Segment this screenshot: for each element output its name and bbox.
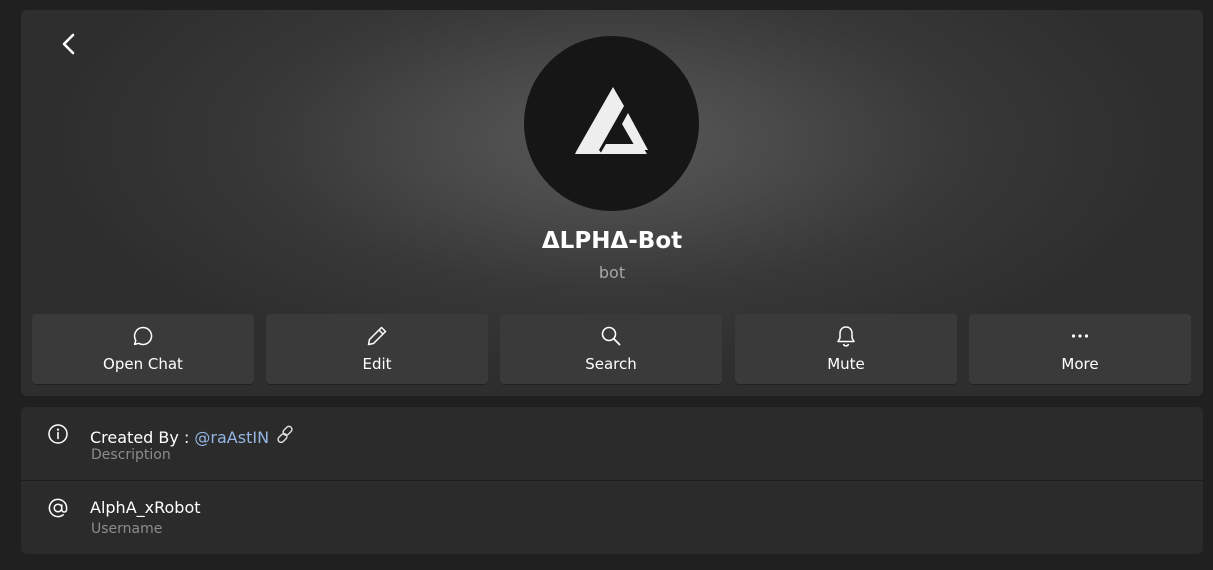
open-chat-label: Open Chat bbox=[103, 355, 183, 373]
delta-logo-icon bbox=[574, 86, 648, 154]
more-dots-icon bbox=[1068, 324, 1092, 348]
mute-button[interactable]: Mute bbox=[735, 314, 957, 384]
action-bar: Open Chat Edit Search Mute More bbox=[32, 314, 1193, 384]
chain-link-icon bbox=[275, 424, 297, 450]
avatar[interactable] bbox=[524, 36, 699, 211]
back-button[interactable] bbox=[49, 26, 89, 62]
profile-header: ΔLPHΔ-Bot bot Open Chat Edit Search Mute… bbox=[21, 10, 1203, 396]
at-sign-icon bbox=[47, 497, 69, 519]
profile-page: ΔLPHΔ-Bot bot Open Chat Edit Search Mute… bbox=[0, 0, 1213, 570]
info-icon bbox=[47, 423, 69, 445]
chat-bubble-icon bbox=[131, 324, 155, 348]
more-button[interactable]: More bbox=[969, 314, 1191, 384]
mute-label: Mute bbox=[827, 355, 865, 373]
edit-button[interactable]: Edit bbox=[266, 314, 488, 384]
profile-name: ΔLPHΔ-Bot bbox=[541, 228, 683, 254]
bell-icon bbox=[834, 324, 858, 348]
description-caption: Description bbox=[91, 447, 171, 463]
open-chat-button[interactable]: Open Chat bbox=[32, 314, 254, 384]
more-label: More bbox=[1061, 355, 1099, 373]
edit-label: Edit bbox=[362, 355, 392, 373]
description-row[interactable]: Created By : @raAstIN Description bbox=[21, 407, 1203, 480]
creator-link[interactable]: @raAstIN bbox=[194, 428, 269, 447]
username-row[interactable]: AlphA_xRobot Username bbox=[21, 481, 1203, 554]
search-label: Search bbox=[585, 355, 637, 373]
search-icon bbox=[599, 324, 623, 348]
profile-subtitle: bot bbox=[598, 263, 626, 282]
info-card: Created By : @raAstIN Description AlphA_… bbox=[21, 407, 1203, 554]
chevron-left-icon bbox=[62, 33, 75, 55]
search-button[interactable]: Search bbox=[500, 314, 722, 384]
description-prefix: Created By : bbox=[90, 428, 195, 447]
username-caption: Username bbox=[91, 521, 163, 537]
username-value: AlphA_xRobot bbox=[90, 498, 201, 517]
pencil-icon bbox=[365, 324, 389, 348]
